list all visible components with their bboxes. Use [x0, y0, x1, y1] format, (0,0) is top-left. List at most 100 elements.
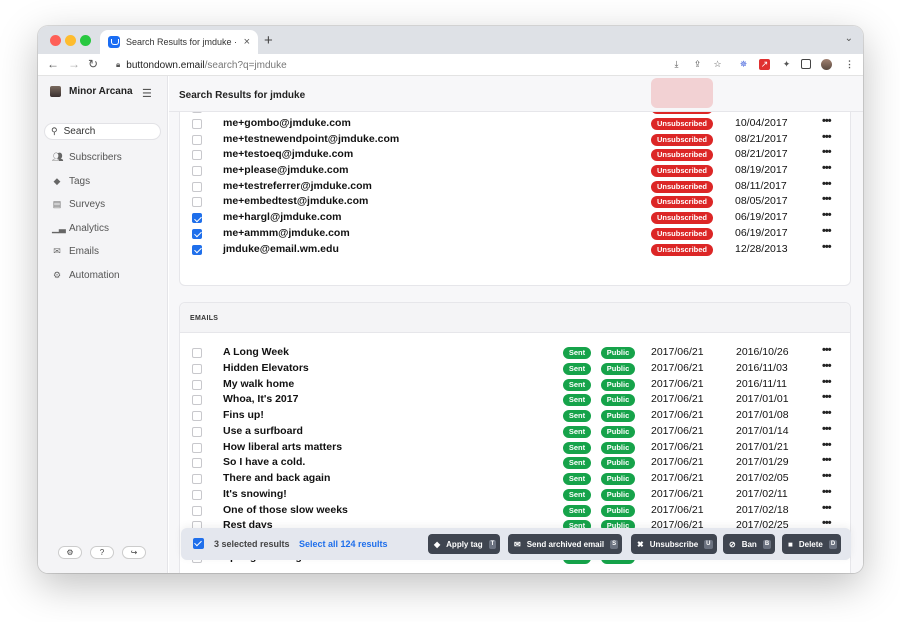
- row-more-icon[interactable]: •••: [822, 470, 832, 482]
- row-checkbox[interactable]: [192, 228, 202, 239]
- delete-button[interactable]: ■ Delete D: [782, 534, 842, 554]
- bookmark-star-icon[interactable]: ☆: [712, 59, 723, 70]
- subscriber-email[interactable]: me+ammm@jmduke.com: [223, 227, 350, 239]
- subscriber-email[interactable]: jmduke@email.wm.edu: [223, 243, 339, 255]
- subscriber-email[interactable]: me+testnewendpoint@jmduke.com: [223, 133, 399, 145]
- row-more-icon[interactable]: •••: [822, 391, 832, 403]
- row-checkbox[interactable]: [192, 395, 202, 406]
- row-more-icon[interactable]: •••: [822, 360, 832, 372]
- row-checkbox[interactable]: [192, 244, 202, 255]
- row-checkbox[interactable]: [192, 474, 202, 484]
- row-checkbox[interactable]: [192, 426, 202, 437]
- browser-menu-icon[interactable]: ⋮: [844, 59, 855, 70]
- row-checkbox[interactable]: [192, 379, 202, 390]
- back-arrow-icon[interactable]: ←: [47, 57, 59, 71]
- email-modified-date: 2017/06/21: [651, 377, 704, 390]
- extension-red-icon[interactable]: ↗: [759, 59, 770, 70]
- subscriber-email[interactable]: me+embedtest@jmduke.com: [223, 195, 368, 207]
- row-more-icon[interactable]: •••: [822, 439, 832, 451]
- row-checkbox[interactable]: [192, 363, 202, 374]
- email-subject[interactable]: So I have a cold.: [223, 456, 305, 468]
- row-more-icon[interactable]: •••: [822, 162, 832, 174]
- maximize-window-button[interactable]: [80, 35, 91, 46]
- row-more-icon[interactable]: •••: [822, 241, 832, 253]
- row-more-icon[interactable]: •••: [822, 454, 832, 466]
- subscriber-email[interactable]: me+gombo@jmduke.com: [223, 117, 351, 129]
- row-checkbox[interactable]: [192, 458, 202, 469]
- forward-arrow-icon[interactable]: →: [68, 57, 80, 71]
- help-icon[interactable]: ?: [90, 546, 114, 559]
- send-archived-email-button[interactable]: ✉ Send archived email S: [508, 534, 623, 554]
- email-subject[interactable]: Fins up!: [223, 409, 264, 421]
- sidebar-item-analytics[interactable]: ▁▃ Analytics: [52, 223, 109, 234]
- row-checkbox[interactable]: [192, 411, 202, 421]
- row-more-icon[interactable]: •••: [822, 376, 832, 388]
- row-checkbox[interactable]: [192, 166, 202, 176]
- row-checkbox[interactable]: [192, 150, 202, 161]
- apply-tag-button[interactable]: ◆ Apply tag T: [428, 534, 501, 554]
- row-more-icon[interactable]: •••: [822, 146, 832, 158]
- sidebar-item-surveys[interactable]: ▤ Surveys: [52, 199, 105, 210]
- browser-tab[interactable]: Search Results for jmduke · Buttondown ×: [100, 30, 258, 54]
- email-subject[interactable]: It's snowing!: [223, 488, 287, 500]
- email-subject[interactable]: How liberal arts matters: [223, 441, 342, 453]
- sidebar-search[interactable]: ⚲ Search: [44, 123, 161, 140]
- row-checkbox[interactable]: [192, 181, 202, 192]
- subscriber-email[interactable]: me+testoeq@jmduke.com: [223, 148, 353, 160]
- sidebar-item-emails[interactable]: ✉ Emails: [52, 246, 99, 257]
- row-checkbox[interactable]: [192, 118, 202, 129]
- minimize-window-button[interactable]: [65, 35, 76, 46]
- hamburger-menu-icon[interactable]: ☰: [142, 87, 152, 100]
- subscriber-email[interactable]: me+please@jmduke.com: [223, 164, 349, 176]
- logout-icon[interactable]: ↪: [122, 546, 146, 559]
- row-checkbox[interactable]: [192, 505, 202, 516]
- sidebar-toggle-icon[interactable]: [801, 59, 811, 69]
- email-subject[interactable]: Whoa, It's 2017: [223, 393, 298, 405]
- email-subject[interactable]: Hidden Elevators: [223, 362, 309, 374]
- row-more-icon[interactable]: •••: [822, 486, 832, 498]
- email-subject[interactable]: One of those slow weeks: [223, 504, 348, 516]
- install-app-icon[interactable]: ⤓: [671, 59, 682, 70]
- row-more-icon[interactable]: •••: [822, 225, 832, 237]
- settings-gear-icon[interactable]: ⚙: [58, 546, 82, 559]
- email-row: Hidden Elevators Sent Public 2017/06/21 2016…: [180, 360, 850, 377]
- email-subject[interactable]: Use a surfboard: [223, 425, 303, 437]
- reload-icon[interactable]: ↻: [88, 57, 98, 71]
- row-checkbox[interactable]: [192, 489, 202, 500]
- row-checkbox[interactable]: [192, 442, 202, 453]
- row-more-icon[interactable]: •••: [822, 209, 832, 221]
- row-checkbox[interactable]: [192, 348, 202, 358]
- email-subject[interactable]: A Long Week: [223, 346, 289, 358]
- sidebar-item-tags[interactable]: ◆ Tags: [52, 176, 91, 187]
- profile-avatar[interactable]: [821, 59, 832, 70]
- row-more-icon[interactable]: •••: [822, 423, 832, 435]
- bulk-select-checkbox[interactable]: [193, 538, 204, 549]
- subscriber-email[interactable]: me+testreferrer@jmduke.com: [223, 180, 372, 192]
- extensions-puzzle-icon[interactable]: ✦: [781, 59, 792, 70]
- tab-search-chevron-icon[interactable]: ⌄: [845, 33, 853, 44]
- close-window-button[interactable]: [50, 35, 61, 46]
- row-more-icon[interactable]: •••: [822, 131, 832, 143]
- row-checkbox[interactable]: [192, 213, 202, 224]
- row-checkbox[interactable]: [192, 134, 202, 145]
- new-tab-button[interactable]: +: [264, 32, 273, 49]
- row-more-icon[interactable]: •••: [822, 502, 832, 514]
- tab-close-icon[interactable]: ×: [244, 36, 250, 48]
- ban-button[interactable]: ⊘ Ban B: [723, 534, 776, 554]
- email-subject[interactable]: There and back again: [223, 472, 330, 484]
- row-checkbox[interactable]: [192, 197, 202, 208]
- row-more-icon[interactable]: •••: [822, 407, 832, 419]
- email-subject[interactable]: My walk home: [223, 378, 294, 390]
- row-more-icon[interactable]: •••: [822, 344, 832, 356]
- sidebar-item-subscribers[interactable]: 👥︎ Subscribers: [52, 152, 122, 163]
- unsubscribe-button[interactable]: ✖ Unsubscribe U: [631, 534, 717, 554]
- share-icon[interactable]: ⇪: [692, 59, 703, 70]
- sidebar-item-automation[interactable]: ⚙ Automation: [52, 270, 120, 281]
- row-more-icon[interactable]: •••: [822, 178, 832, 190]
- subscriber-email[interactable]: me+hargl@jmduke.com: [223, 211, 341, 223]
- extension-gear-icon[interactable]: ✵: [738, 59, 749, 70]
- newsletter-switcher[interactable]: Minor Arcana: [50, 86, 133, 97]
- row-more-icon[interactable]: •••: [822, 115, 832, 127]
- row-more-icon[interactable]: •••: [822, 193, 832, 205]
- select-all-link[interactable]: Select all 124 results: [299, 539, 388, 549]
